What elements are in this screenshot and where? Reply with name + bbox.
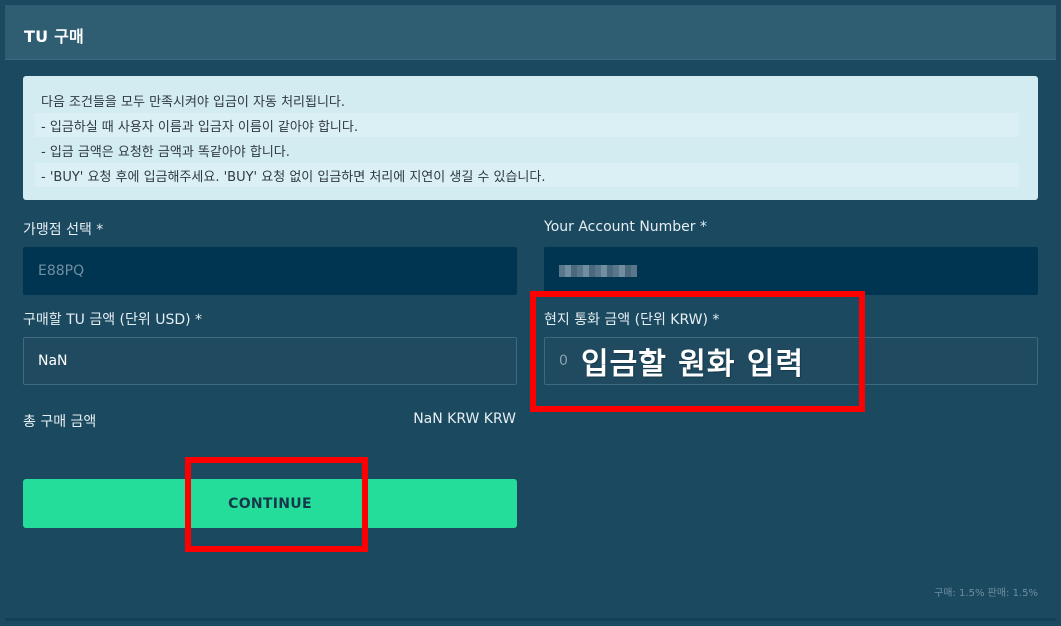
- tu-amount-input[interactable]: NaN: [23, 337, 517, 385]
- tu-amount-label: 구매할 TU 금액 (단위 USD) *: [23, 312, 203, 328]
- masked-account-number: [559, 265, 637, 277]
- annotation-overlay-text: 입금할 원화 입력: [581, 347, 805, 382]
- total-value: NaN KRW KRW: [413, 411, 516, 427]
- total-label: 총 구매 금액: [23, 414, 97, 430]
- panel-title: TU 구매: [24, 27, 84, 46]
- notice-line-2: - 입금하실 때 사용자 이름과 입금자 이름이 같아야 합니다.: [41, 120, 358, 135]
- tu-purchase-page: TU 구매 다음 조건들을 모두 만족시켜야 입금이 자동 처리됩니다. - 입…: [0, 0, 1061, 626]
- account-input[interactable]: [544, 247, 1038, 295]
- notice-line-3: - 입금 금액은 요청한 금액과 똑같아야 합니다.: [41, 145, 290, 160]
- account-label: Your Account Number *: [544, 219, 708, 235]
- notice-line-4: - 'BUY' 요청 후에 입금해주세요. 'BUY' 요청 없이 입금하면 처…: [41, 170, 546, 185]
- tu-amount-value: NaN: [38, 353, 68, 369]
- store-label: 가맹점 선택 *: [23, 222, 104, 238]
- store-value: E88PQ: [38, 263, 85, 279]
- krw-amount-value: 0: [559, 353, 568, 369]
- continue-button[interactable]: CONTINUE: [23, 479, 517, 528]
- fee-info: 구매: 1.5% 판매: 1.5%: [934, 588, 1038, 599]
- panel-bottom-border: [5, 618, 1056, 621]
- krw-amount-label: 현지 통화 금액 (단위 KRW) *: [544, 312, 720, 328]
- panel-header: TU 구매: [5, 5, 1056, 60]
- store-input[interactable]: E88PQ: [23, 247, 517, 295]
- notice-box: 다음 조건들을 모두 만족시켜야 입금이 자동 처리됩니다. - 입금하실 때 …: [23, 76, 1038, 200]
- notice-line-1: 다음 조건들을 모두 만족시켜야 입금이 자동 처리됩니다.: [41, 95, 346, 110]
